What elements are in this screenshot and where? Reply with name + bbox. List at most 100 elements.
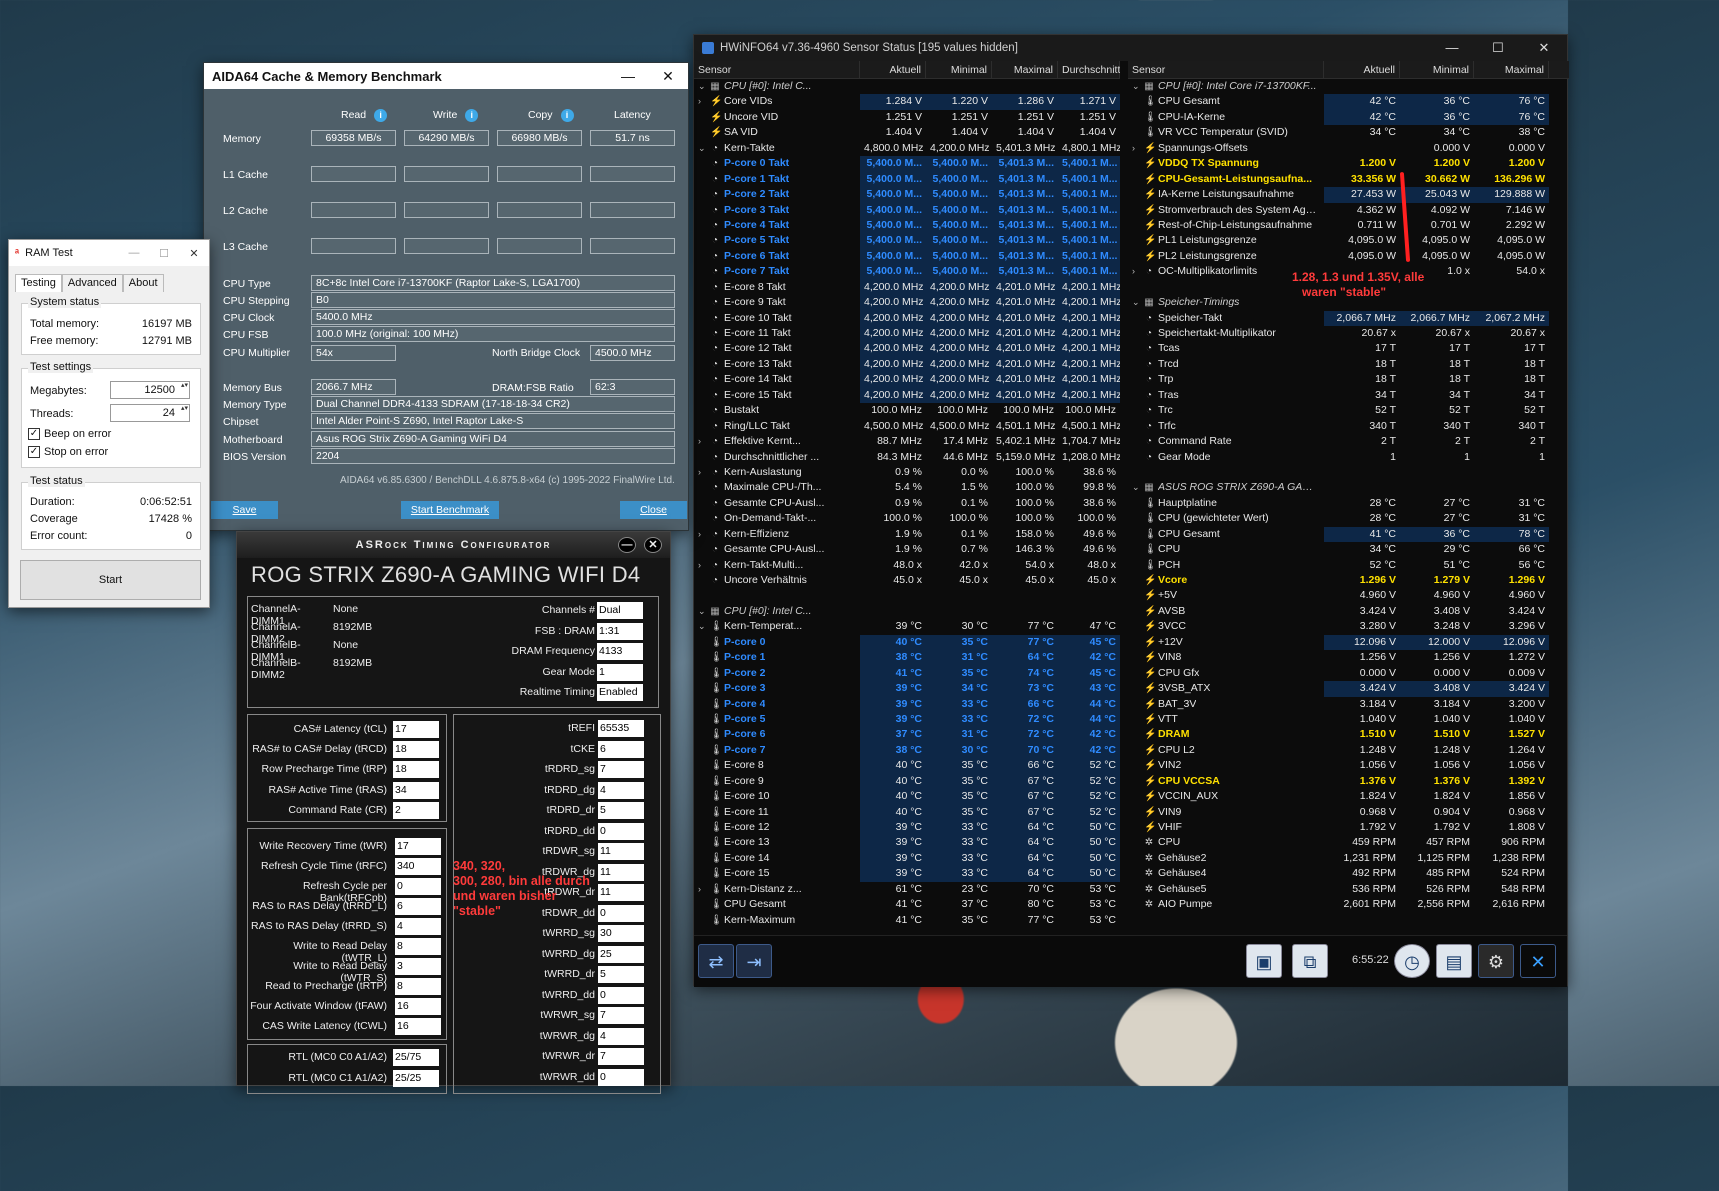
copy-info-icon[interactable]: i — [560, 109, 574, 122]
timing-value[interactable]: 5 — [598, 802, 644, 819]
timing-value[interactable]: 8 — [395, 978, 441, 995]
timing-value[interactable]: 1 — [597, 663, 643, 681]
settings-gear-icon[interactable]: ⚙ — [1478, 944, 1514, 978]
start-button[interactable]: Start — [20, 560, 201, 600]
sensor-row[interactable]: ◔ Command Rate 2 T 2 T 2 T — [1128, 434, 1569, 449]
timing-value[interactable]: 4 — [395, 918, 441, 935]
chevron-right-icon[interactable]: › — [698, 465, 710, 480]
tab-advanced[interactable]: Advanced — [61, 274, 123, 292]
hwinfo-left-pane[interactable]: Sensor Aktuell Minimal Maximal Durchschnitt … — [694, 61, 1120, 931]
chevron-right-icon[interactable]: › — [698, 434, 710, 449]
sensor-row[interactable]: ◔ E-core 9 Takt 4,200.0 MHz 4,200.0 MHz 4,20… — [694, 295, 1120, 311]
sensor-row[interactable]: ◔ E-core 14 Takt 4,200.0 MHz 4,200.0 MHz 4,2… — [694, 372, 1120, 388]
sensor-row[interactable]: ⚡ PL1 Leistungsgrenze 4,095.0 W 4,095.0 W 4,… — [1128, 233, 1569, 248]
sensor-row[interactable]: ⚡ Vcore 1.296 V 1.279 V 1.296 V — [1128, 573, 1569, 588]
sensor-row[interactable]: ◔ P-core 6 Takt 5,400.0 M... 5,400.0 M... 5,… — [694, 248, 1120, 265]
sensor-row[interactable]: › ◔ Kern-Takt-Multi... 48.0 x 42.0 x 54.0 x 48… — [694, 558, 1120, 573]
column-header[interactable]: Maximal — [1474, 61, 1549, 78]
timing-value[interactable]: Enabled — [597, 684, 643, 701]
close-button[interactable]: ✕ — [1521, 40, 1567, 56]
sensor-row[interactable]: › ⚡ Spannungs-Offsets 0.000 V 0.000 V — [1128, 141, 1569, 156]
timing-value[interactable]: 2 — [393, 801, 439, 819]
sensor-row[interactable]: 🌡 E-core 14 39 °C 33 °C 64 °C 50 °C — [694, 850, 1120, 867]
close-button[interactable]: Close — [620, 501, 687, 519]
sensor-row[interactable]: ◔ Trfc 340 T 340 T 340 T — [1128, 419, 1569, 434]
sensor-row[interactable]: 🌡 E-core 9 40 °C 35 °C 67 °C 52 °C — [694, 773, 1120, 790]
sensor-row[interactable]: ✲ Gehäuse5 536 RPM 526 RPM 548 RPM — [1128, 882, 1569, 897]
column-header[interactable]: Aktuell — [860, 61, 926, 78]
sensor-row[interactable]: ⚡ 3VSB_ATX 3.424 V 3.408 V 3.424 V — [1128, 681, 1569, 697]
sensor-row[interactable]: ⚡ +5V 4.960 V 4.960 V 4.960 V — [1128, 588, 1569, 603]
timing-value[interactable]: 7 — [598, 1048, 644, 1065]
sensor-row[interactable]: ⌄ 🌡 Kern-Temperat... 39 °C 30 °C 77 °C 47 °C — [694, 619, 1120, 634]
sensor-row[interactable]: ✲ Gehäuse2 1,231 RPM 1,125 RPM 1,238 RPM — [1128, 851, 1569, 866]
sensor-row[interactable]: 🌡 CPU 34 °C 29 °C 66 °C — [1128, 542, 1569, 557]
chevron-down-icon[interactable]: ⌄ — [1132, 295, 1144, 310]
sensor-row[interactable]: 🌡 P-core 6 37 °C 31 °C 72 °C 42 °C — [694, 727, 1120, 743]
sensor-row[interactable]: 🌡 P-core 1 38 °C 31 °C 64 °C 42 °C — [694, 650, 1120, 666]
timing-value[interactable]: 18 — [393, 741, 439, 759]
sensor-row[interactable]: ◔ P-core 1 Takt 5,400.0 M... 5,400.0 M... 5,… — [694, 171, 1120, 188]
threads-input[interactable]: 24 — [110, 404, 190, 422]
sensor-row[interactable]: ⚡ VIN9 0.968 V 0.904 V 0.968 V — [1128, 805, 1569, 820]
timing-value[interactable]: 17 — [393, 721, 439, 738]
sensor-row[interactable]: ⚡ CPU L2 1.248 V 1.248 V 1.264 V — [1128, 743, 1569, 758]
aida64-titlebar[interactable]: AIDA64 Cache & Memory Benchmark — ✕ — [204, 63, 688, 89]
sensor-row[interactable]: › ◔ Kern-Auslastung 0.9 % 0.0 % 100.0 % 38.6 % — [694, 465, 1120, 480]
sensor-group-row[interactable]: ⌄ ▦ ASUS ROG STRIX Z690-A GAMIN... — [1128, 480, 1569, 495]
sensor-row[interactable]: ⚡ CPU-Gesamt-Leistungsaufna... 33.356 W 30.… — [1128, 172, 1569, 187]
sensor-row[interactable]: ◔ E-core 13 Takt 4,200.0 MHz 4,200.0 MHz 4,2… — [694, 356, 1120, 373]
nav-collapse-icon[interactable]: ⇥ — [736, 944, 772, 978]
sensor-group-row[interactable]: ⌄ ▦ CPU [#0]: Intel C... — [694, 604, 1120, 619]
sensor-row[interactable]: 🌡 P-core 0 40 °C 35 °C 77 °C 45 °C — [694, 634, 1120, 651]
sensor-row[interactable]: ⚡ VCCIN_AUX 1.824 V 1.824 V 1.856 V — [1128, 789, 1569, 804]
sensor-row[interactable]: 🌡 P-core 4 39 °C 33 °C 66 °C 44 °C — [694, 696, 1120, 712]
timing-value[interactable]: 0 — [598, 822, 644, 840]
timing-value[interactable]: 30 — [598, 925, 644, 942]
sensor-row[interactable]: › ⚡ Core VIDs 1.284 V 1.220 V 1.286 V 1.271 V — [694, 94, 1120, 110]
timing-value[interactable]: 4 — [598, 1027, 644, 1045]
maximize-button[interactable]: ☐ — [1475, 40, 1521, 56]
timing-value[interactable]: 11 — [598, 863, 644, 881]
timing-value[interactable]: 340 — [395, 858, 441, 875]
timing-value[interactable]: 25/25 — [393, 1069, 439, 1087]
column-header[interactable]: Sensor — [1128, 61, 1324, 78]
column-header[interactable]: Sensor — [694, 61, 860, 78]
sensor-row[interactable]: ⚡ BAT_3V 3.184 V 3.184 V 3.200 V — [1128, 697, 1569, 712]
chevron-down-icon[interactable]: ⌄ — [698, 79, 710, 94]
sensor-row[interactable]: 🌡 PCH 52 °C 51 °C 56 °C — [1128, 558, 1569, 573]
sensor-row[interactable]: ◔ Uncore Verhältnis 45.0 x 45.0 x 45.0 x 45.0… — [694, 573, 1120, 588]
sensor-row[interactable]: ⚡ IA-Kerne Leistungsaufnahme 27.453 W 25.04… — [1128, 187, 1569, 203]
timing-value[interactable]: 16 — [395, 998, 441, 1015]
sensor-row[interactable]: 🌡 E-core 8 40 °C 35 °C 66 °C 52 °C — [694, 758, 1120, 774]
sensor-row[interactable]: ◔ Gear Mode 1 1 1 — [1128, 450, 1569, 465]
close-x-icon[interactable]: ✕ — [1520, 944, 1556, 978]
sensor-group-row[interactable]: ⌄ ▦ CPU [#0]: Intel C... — [694, 79, 1120, 94]
sensor-row[interactable]: ◔ Gesamte CPU-Ausl... 0.9 % 0.1 % 100.0 % 38.… — [694, 496, 1120, 511]
timing-value[interactable]: 0 — [598, 904, 644, 922]
asrock-titlebar[interactable]: ASRock Timing Configurator — ✕ — [237, 532, 670, 558]
chevron-right-icon[interactable]: › — [698, 558, 710, 573]
sensor-row[interactable]: ◔ Speichertakt-Multiplikator 20.67 x 20.67 … — [1128, 326, 1569, 341]
sensor-row[interactable]: ◔ Trcd 18 T 18 T 18 T — [1128, 357, 1569, 372]
ram-maximize-button[interactable]: ☐ — [149, 247, 179, 260]
sensor-row[interactable]: ◔ Ring/LLC Takt 4,500.0 MHz 4,500.0 MHz 4,50… — [694, 419, 1120, 434]
sensor-row[interactable]: 🌡 E-core 15 39 °C 33 °C 64 °C 50 °C — [694, 866, 1120, 882]
start-benchmark-button[interactable]: Start Benchmark — [401, 501, 499, 519]
timing-value[interactable]: 16 — [395, 1018, 441, 1035]
sensor-row[interactable]: ⌄ ◔ Kern-Takte 4,800.0 MHz 4,200.0 MHz 5,401.… — [694, 141, 1120, 156]
asrock-close-button[interactable]: ✕ — [644, 537, 662, 553]
sensor-row[interactable]: ◔ P-core 7 Takt 5,400.0 M... 5,400.0 M... 5,… — [694, 264, 1120, 280]
sensor-row[interactable]: 🌡 E-core 10 40 °C 35 °C 67 °C 52 °C — [694, 789, 1120, 805]
timing-value[interactable]: 25 — [598, 945, 644, 963]
sensor-row[interactable]: ◔ Bustakt 100.0 MHz 100.0 MHz 100.0 MHz 100.0… — [694, 403, 1120, 418]
sensor-row[interactable]: ◔ Tras 34 T 34 T 34 T — [1128, 388, 1569, 403]
sensor-row[interactable]: 🌡 E-core 12 39 °C 33 °C 64 °C 50 °C — [694, 820, 1120, 836]
sensor-row[interactable]: 🌡 Hauptplatine 28 °C 27 °C 31 °C — [1128, 496, 1569, 511]
sensor-row[interactable]: ⚡ PL2 Leistungsgrenze 4,095.0 W 4,095.0 W 4,… — [1128, 249, 1569, 264]
timing-value[interactable]: 0 — [598, 986, 644, 1004]
sensor-row[interactable]: ⚡ 3VCC 3.280 V 3.248 V 3.296 V — [1128, 619, 1569, 634]
hwinfo-right-pane[interactable]: Sensor Aktuell Minimal Maximal ⌄ ▦ CPU [#0]: … — [1128, 61, 1569, 931]
timing-value[interactable]: 34 — [393, 781, 439, 799]
timing-value[interactable]: 11 — [598, 843, 644, 860]
